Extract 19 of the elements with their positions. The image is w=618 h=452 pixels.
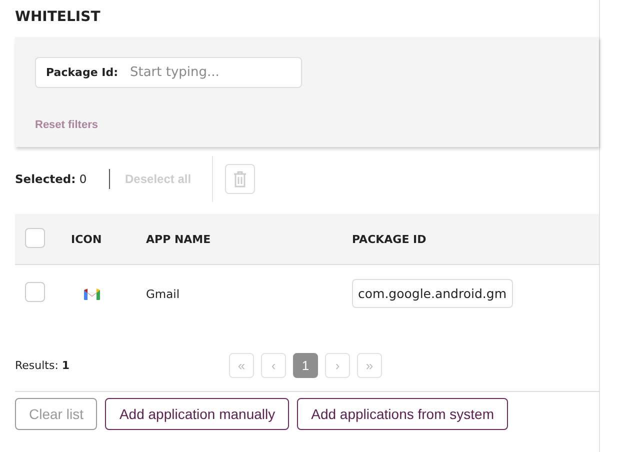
column-header: PACKAGE ID xyxy=(352,232,426,246)
add-from-system-button[interactable]: Add applications from system xyxy=(297,398,508,430)
page-title: WHITELIST xyxy=(15,8,102,27)
add-manually-button[interactable]: Add application manually xyxy=(105,398,290,430)
app-name: Gmail xyxy=(146,286,180,300)
field-label: Package Id: xyxy=(46,66,118,79)
checkbox[interactable] xyxy=(25,228,45,248)
column-header: APP NAME xyxy=(146,232,211,246)
page-button[interactable]: 1 xyxy=(293,352,318,378)
checkbox[interactable] xyxy=(25,282,45,302)
results-count: Results: 1 xyxy=(15,358,71,372)
package-id-input[interactable]: Start typing... xyxy=(130,65,280,80)
trash-icon xyxy=(233,170,247,188)
package-id-field[interactable]: Package Id: Start typing... xyxy=(35,57,302,88)
reset-filters-link[interactable]: Reset filters xyxy=(35,119,98,131)
package-id-field[interactable]: com.google.android.gm xyxy=(352,279,512,308)
column-header: ICON xyxy=(71,232,102,246)
envelope-m-icon xyxy=(84,288,100,300)
selected-count: Selected: 0 xyxy=(15,172,88,186)
